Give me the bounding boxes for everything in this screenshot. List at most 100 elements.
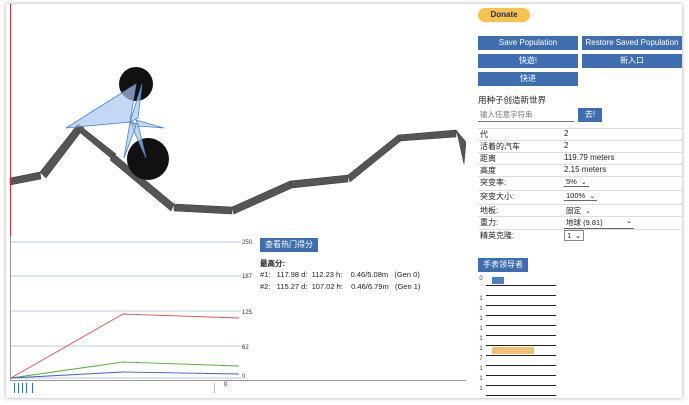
ground-segment: [289, 174, 349, 189]
stat-row: 高度 2.15 meters: [478, 164, 682, 176]
top-scores-title: 最高分:: [260, 259, 285, 268]
leader-row-number: 7: [479, 356, 483, 362]
simulation-canvas[interactable]: [6, 4, 466, 236]
setting-row-floor: 地板: 固定 ⌄: [478, 204, 682, 217]
chevron-down-icon: ⌄: [626, 218, 632, 225]
seed-input[interactable]: [478, 108, 574, 122]
y-tick-label: 250: [242, 240, 253, 246]
leader-row-number: 0: [479, 276, 483, 282]
setting-key: 重力:: [480, 218, 499, 227]
leader-row: 1: [479, 336, 556, 346]
mutation-rate-select[interactable]: 5% ⌄: [564, 177, 589, 187]
ground-segment: [397, 129, 457, 142]
minimap-marker: [214, 383, 215, 393]
leader-row: 1: [479, 316, 556, 326]
minimap-zero-label: 0: [224, 382, 228, 388]
ground-segment: [347, 134, 403, 183]
leader-row: 1: [479, 386, 556, 396]
save-population-button[interactable]: Save Population: [478, 36, 578, 50]
ground-segment: [9, 171, 42, 186]
y-tick-label: 125: [242, 310, 253, 316]
seed-label: 用种子创造新世界: [478, 95, 547, 105]
world-svg: [9, 67, 466, 215]
ground-track: [9, 123, 466, 215]
gravity-select[interactable]: 地球 (9.81) ⌄: [564, 217, 634, 229]
leader-row: 1: [479, 346, 556, 356]
select-value: 100%: [566, 191, 586, 200]
setting-key: 突变大小:: [480, 192, 515, 201]
app-frame: 250 187 125 62 0 0 查看热门得分 最高分: #1: 117.9…: [6, 4, 682, 398]
ground-segment: [455, 129, 466, 165]
select-value: 固定: [566, 206, 581, 215]
minimap-marker: [22, 383, 23, 393]
watch-leader-button[interactable]: 手表领导者: [478, 258, 528, 272]
reset-button[interactable]: 快遊!: [478, 54, 578, 68]
setting-row-gravity: 重力: 地球 (9.81) ⌄: [478, 216, 682, 229]
leader-row-number: 1: [479, 386, 483, 392]
leaderboard: 0 1 1 1 1 1 1 7 1 1 1: [479, 276, 556, 398]
leader-row-number: 1: [479, 316, 483, 322]
leader-row: 1: [479, 366, 556, 376]
series-line-green: [11, 361, 240, 379]
stat-value: 2: [564, 129, 569, 138]
leader-row-number: 1: [479, 376, 483, 382]
leader-bar: [492, 347, 534, 354]
minimap[interactable]: [10, 380, 466, 394]
new-population-button[interactable]: 新入口: [582, 54, 682, 68]
select-value: 1: [567, 231, 572, 240]
select-value: 地球 (9.81): [566, 218, 603, 227]
leader-row: 1: [479, 306, 556, 316]
leader-row-number: 1: [479, 366, 483, 372]
fitness-graph: [10, 236, 241, 380]
ground-segment: [173, 203, 233, 215]
stat-row: 距离 119.79 meters: [478, 152, 682, 164]
seed-go-button[interactable]: 去!: [578, 108, 602, 122]
leader-row-number: 1: [479, 306, 483, 312]
stat-key: 距离: [480, 154, 496, 163]
chevron-down-icon: ⌄: [589, 193, 596, 200]
mutation-size-select[interactable]: 100% ⌄: [564, 191, 598, 201]
y-tick-label: 187: [242, 274, 253, 280]
stat-value: 119.79 meters: [564, 153, 615, 162]
setting-key: 突变率:: [480, 178, 507, 187]
leader-row: 1: [479, 296, 556, 306]
minimap-marker: [14, 383, 15, 393]
ground-segment: [77, 123, 117, 160]
setting-key: 地板:: [480, 206, 499, 215]
chevron-down-icon: ⌄: [575, 233, 582, 240]
stat-key: 代: [480, 130, 488, 139]
leader-row: 1: [479, 376, 556, 386]
chevron-down-icon: ⌄: [585, 208, 591, 215]
chevron-down-icon: ⌄: [580, 179, 587, 186]
stat-row: 活着的汽车 2: [478, 140, 682, 152]
fast-forward-button[interactable]: 快进: [478, 72, 578, 86]
setting-row-elite-clones: 精英克隆: 1 ⌄: [478, 229, 682, 241]
leader-row: 7: [479, 356, 556, 366]
elite-clones-select[interactable]: 1 ⌄: [564, 230, 585, 241]
leader-row-number: 1: [479, 346, 483, 352]
minimap-marker: [18, 383, 19, 393]
control-panel: Donate Save Population Restore Saved Pop…: [478, 4, 682, 398]
leader-row: 0: [479, 276, 556, 286]
donate-button[interactable]: Donate: [478, 8, 530, 22]
ground-segment: [39, 123, 85, 179]
stat-key: 活着的汽车: [480, 142, 520, 151]
setting-key: 精英克隆:: [480, 231, 515, 240]
setting-row-mutation-rate: 突变率: 5% ⌄: [478, 176, 682, 188]
minimap-marker: [26, 383, 27, 393]
select-value: 5%: [566, 177, 577, 186]
graph-svg: [11, 241, 241, 379]
score-line: #1: 117.98 d: 112.23 h: 0.46/5.08m (Gen …: [260, 270, 420, 279]
setting-row-mutation-size: 突变大小: 100% ⌄: [478, 190, 682, 202]
leader-row-number: 1: [479, 296, 483, 302]
car-wheel-front: [127, 138, 169, 180]
stat-value: 2: [564, 141, 569, 150]
leader-row-number: 1: [479, 336, 483, 342]
view-top-scores-button[interactable]: 查看热门得分: [260, 238, 318, 252]
start-line: [10, 4, 11, 236]
restore-population-button[interactable]: Restore Saved Population: [582, 36, 682, 50]
leader-bar: [492, 277, 504, 284]
ground-segment: [231, 180, 293, 215]
stat-row: 代 2: [478, 128, 682, 140]
stat-value: 2.15 meters: [564, 165, 607, 174]
